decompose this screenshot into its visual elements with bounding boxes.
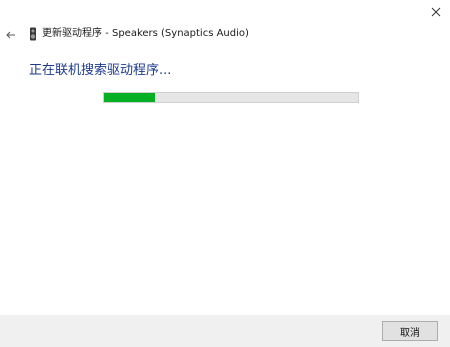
speaker-device-icon	[29, 27, 37, 41]
cancel-button[interactable]: 取消	[382, 321, 438, 341]
dialog-footer: 取消	[0, 315, 450, 347]
back-button[interactable]	[4, 28, 18, 42]
status-heading: 正在联机搜索驱动程序...	[29, 63, 172, 78]
window-title: 更新驱动程序 - Speakers (Synaptics Audio)	[42, 28, 249, 39]
update-driver-dialog: 更新驱动程序 - Speakers (Synaptics Audio) 正在联机…	[0, 0, 450, 347]
back-arrow-icon	[6, 31, 15, 39]
close-button[interactable]	[426, 2, 446, 22]
progress-bar	[103, 92, 359, 103]
progress-fill	[104, 93, 155, 102]
close-icon	[431, 7, 441, 17]
